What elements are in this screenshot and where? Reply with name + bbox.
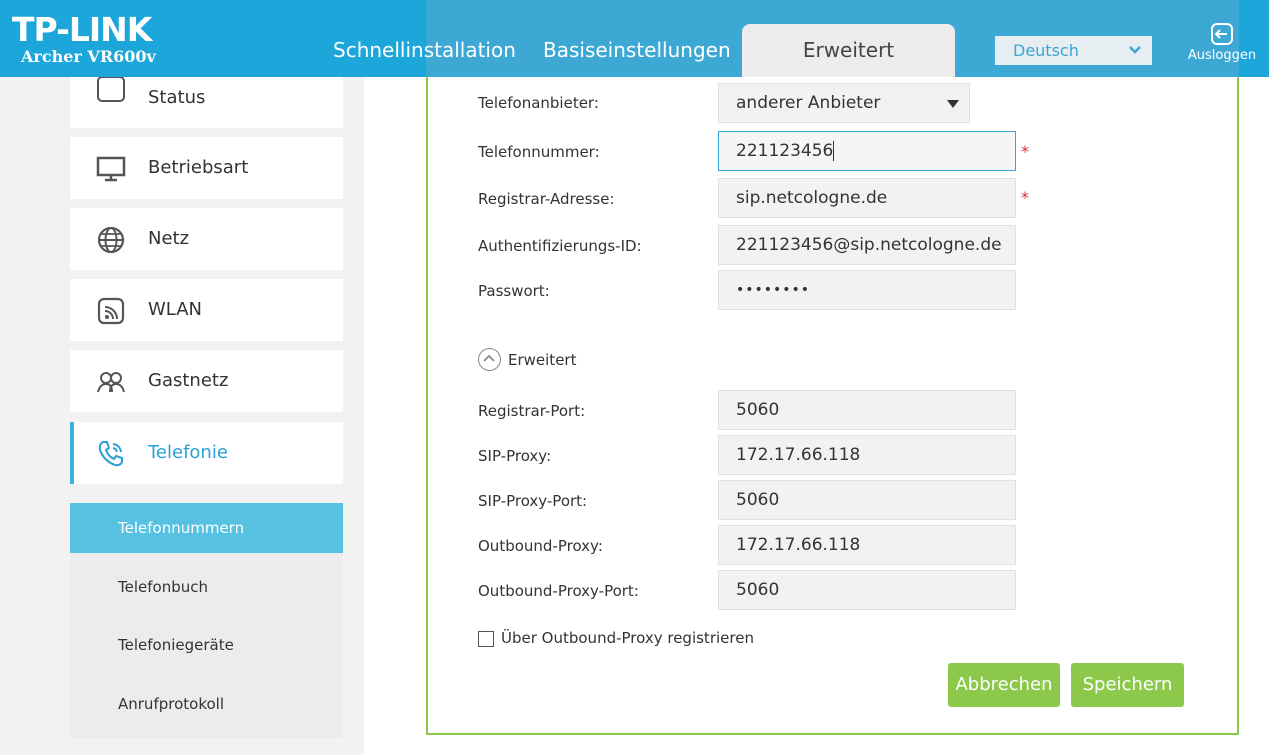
- telefonie-submenu: Telefonnummern Telefonbuch Telefoniegerä…: [70, 503, 343, 738]
- sidebar-item-label: Status: [148, 87, 206, 108]
- tab-basiseinstellungen[interactable]: Basiseinstellungen: [543, 38, 731, 62]
- auth-id-input[interactable]: 221123456@sip.netcologne.de: [718, 225, 1016, 265]
- tab-erweitert[interactable]: Erweitert: [742, 24, 955, 77]
- phone-number-label: Telefonnummer:: [478, 143, 600, 161]
- registrar-address-input[interactable]: sip.netcologne.de: [718, 178, 1016, 218]
- sidebar-item-label: Netz: [148, 228, 190, 249]
- phone-number-input[interactable]: 221123456: [718, 131, 1016, 171]
- provider-value: anderer Anbieter: [736, 93, 881, 113]
- sidebar-item-gastnetz[interactable]: Gastnetz: [70, 350, 343, 412]
- registrar-port-input[interactable]: 5060: [718, 390, 1016, 430]
- brand-logo: TP-LINK: [12, 10, 152, 49]
- submenu-anrufprotokoll[interactable]: Anrufprotokoll: [70, 679, 343, 729]
- status-icon: [96, 77, 126, 105]
- provider-label: Telefonanbieter:: [478, 94, 599, 112]
- registrar-port-label: Registrar-Port:: [478, 402, 586, 420]
- password-label: Passwort:: [478, 282, 550, 300]
- sip-proxy-port-label: SIP-Proxy-Port:: [478, 492, 588, 510]
- logout-button[interactable]: Ausloggen: [1186, 22, 1258, 63]
- sidebar-item-betriebsart[interactable]: Betriebsart: [70, 137, 343, 199]
- sidebar-item-label: Betriebsart: [148, 157, 249, 178]
- sip-proxy-port-input[interactable]: 5060: [718, 480, 1016, 520]
- language-value: Deutsch: [1013, 41, 1079, 60]
- dropdown-arrow-icon: [947, 100, 959, 108]
- advanced-toggle-label: Erweitert: [508, 351, 577, 369]
- outbound-register-checkbox[interactable]: [478, 631, 494, 647]
- sip-proxy-label: SIP-Proxy:: [478, 447, 552, 465]
- sidebar-item-status[interactable]: Status: [70, 77, 343, 128]
- password-input[interactable]: ••••••••: [718, 270, 1016, 310]
- sidebar-item-label: Telefonie: [148, 442, 228, 463]
- logout-icon: [1210, 22, 1234, 46]
- top-header: TP-LINK Archer VR600v Schnellinstallatio…: [0, 0, 1269, 77]
- cancel-button[interactable]: Abbrechen: [948, 663, 1060, 707]
- wifi-icon: [96, 296, 126, 326]
- chevron-up-icon: [478, 348, 501, 371]
- required-marker: *: [1021, 142, 1029, 161]
- outbound-proxy-port-input[interactable]: 5060: [718, 570, 1016, 610]
- sidebar-item-netz[interactable]: Netz: [70, 208, 343, 270]
- submenu-telefoniegeraete[interactable]: Telefoniegeräte: [70, 620, 343, 670]
- monitor-icon: [96, 154, 126, 184]
- required-marker: *: [1021, 188, 1029, 207]
- globe-icon: [96, 225, 126, 255]
- auth-id-label: Authentifizierungs-ID:: [478, 237, 642, 255]
- outbound-proxy-label: Outbound-Proxy:: [478, 537, 603, 555]
- sidebar-item-label: WLAN: [148, 299, 203, 320]
- submenu-telefonbuch[interactable]: Telefonbuch: [70, 562, 343, 612]
- language-select[interactable]: Deutsch: [995, 36, 1152, 65]
- sidebar-item-telefonie[interactable]: Telefonie: [70, 422, 343, 484]
- phone-icon: [96, 439, 126, 469]
- outbound-proxy-port-label: Outbound-Proxy-Port:: [478, 582, 639, 600]
- outbound-proxy-input[interactable]: 172.17.66.118: [718, 525, 1016, 565]
- registrar-address-label: Registrar-Adresse:: [478, 190, 615, 208]
- phone-number-value: 221123456: [736, 141, 834, 161]
- text-cursor: [833, 141, 835, 161]
- outbound-register-label[interactable]: Über Outbound-Proxy registrieren: [501, 629, 754, 647]
- sidebar-item-label: Gastnetz: [148, 370, 229, 391]
- tab-schnellinstallation[interactable]: Schnellinstallation: [333, 38, 516, 62]
- submenu-telefonnummern[interactable]: Telefonnummern: [70, 503, 343, 553]
- sip-proxy-input[interactable]: 172.17.66.118: [718, 435, 1016, 475]
- provider-select[interactable]: anderer Anbieter: [718, 83, 970, 123]
- logout-label: Ausloggen: [1187, 48, 1257, 63]
- guests-icon: [96, 367, 126, 397]
- chevron-down-icon: [1128, 36, 1142, 76]
- save-button[interactable]: Speichern: [1071, 663, 1184, 707]
- sidebar-item-wlan[interactable]: WLAN: [70, 279, 343, 341]
- model-name: Archer VR600v: [21, 47, 156, 66]
